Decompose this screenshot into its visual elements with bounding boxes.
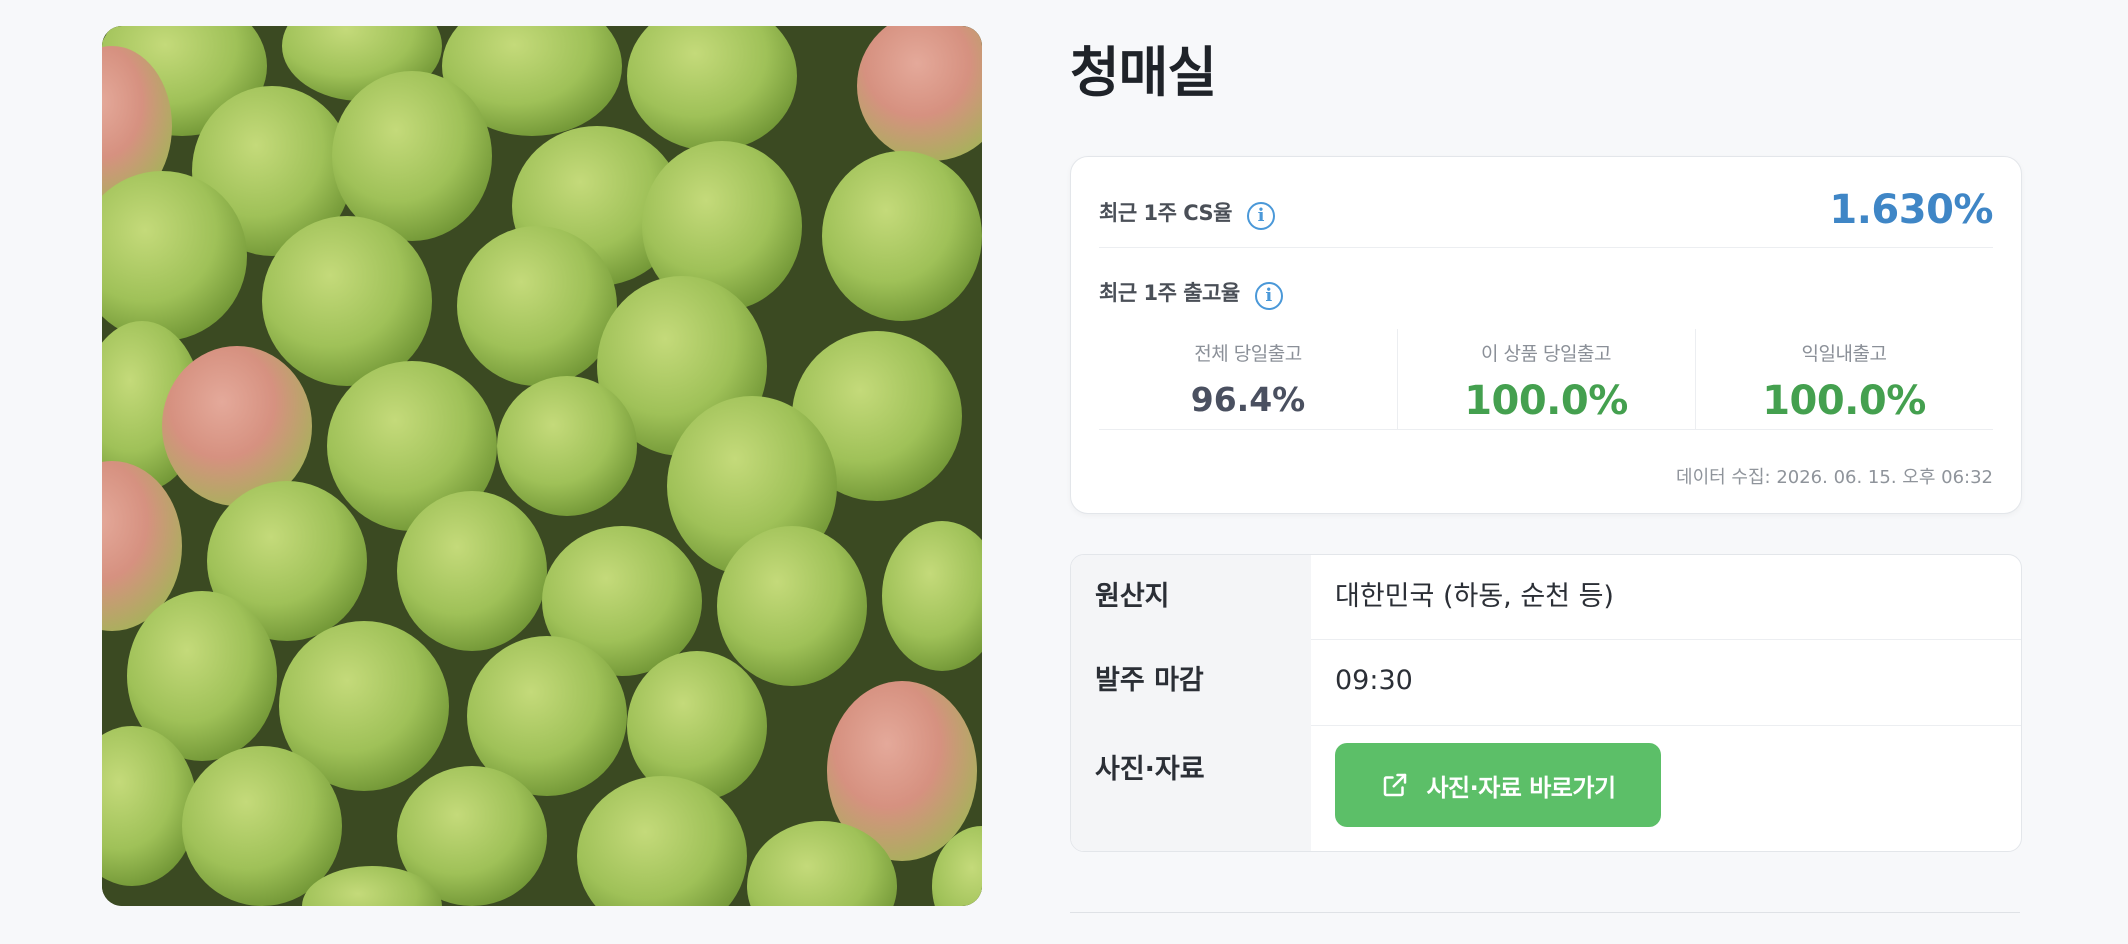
external-link-icon [1384, 773, 1407, 797]
product-image-plums [102, 26, 982, 906]
shipping-rate-columns: 전체 당일출고 96.4% 이 상품 당일출고 100.0% 익일내출고 100… [1099, 329, 1993, 430]
stat-label: 익일내출고 [1801, 343, 1887, 365]
stat-label: 이 상품 당일출고 [1481, 343, 1611, 365]
cs-rate-value: 1.630% [1829, 187, 1993, 233]
media-label: 사진·자료 [1071, 725, 1311, 851]
origin-label: 원산지 [1071, 555, 1311, 639]
product-info-table: 원산지 대한민국 (하동, 순천 등) 발주 마감 09:30 사진·자료 사진… [1070, 554, 2022, 852]
product-image [102, 26, 982, 906]
product-title: 청매실 [1070, 41, 1217, 104]
stat-label: 전체 당일출고 [1194, 343, 1302, 365]
stats-card: 최근 1주 CS율 i 1.630% 최근 1주 출고율 i 전체 당일출고 9… [1070, 156, 2022, 514]
stat-col-product-same-day: 이 상품 당일출고 100.0% [1397, 329, 1695, 429]
stat-col-next-day: 익일내출고 100.0% [1695, 329, 1993, 429]
stat-col-total-same-day: 전체 당일출고 96.4% [1099, 329, 1397, 429]
shipping-rate-label: 최근 1주 출고율 [1099, 281, 1240, 305]
data-collected-timestamp: 데이터 수집: 2026. 06. 15. 오후 06:32 [1676, 467, 1993, 488]
deadline-label: 발주 마감 [1071, 639, 1311, 725]
stat-value: 100.0% [1464, 378, 1628, 424]
open-media-button-label: 사진·자료 바로가기 [1426, 773, 1616, 802]
table-row-deadline: 발주 마감 09:30 [1071, 639, 2021, 726]
deadline-value: 09:30 [1335, 665, 1413, 696]
stat-value: 96.4% [1190, 380, 1306, 419]
stat-value: 100.0% [1762, 378, 1926, 424]
cs-rate-label: 최근 1주 CS율 [1099, 201, 1232, 225]
shipping-rate-label-group: 최근 1주 출고율 i [1099, 277, 1283, 310]
cs-rate-row: 최근 1주 CS율 i 1.630% [1099, 187, 1993, 248]
table-row-media: 사진·자료 사진·자료 바로가기 [1071, 725, 2021, 851]
table-row-origin: 원산지 대한민국 (하동, 순천 등) [1071, 555, 2021, 640]
info-icon[interactable]: i [1247, 201, 1276, 230]
section-divider [1070, 912, 2020, 913]
cs-rate-label-group: 최근 1주 CS율 i [1099, 197, 1276, 230]
open-media-button[interactable]: 사진·자료 바로가기 [1335, 743, 1661, 827]
origin-value: 대한민국 (하동, 순천 등) [1335, 581, 1614, 612]
info-icon[interactable]: i [1254, 281, 1283, 310]
